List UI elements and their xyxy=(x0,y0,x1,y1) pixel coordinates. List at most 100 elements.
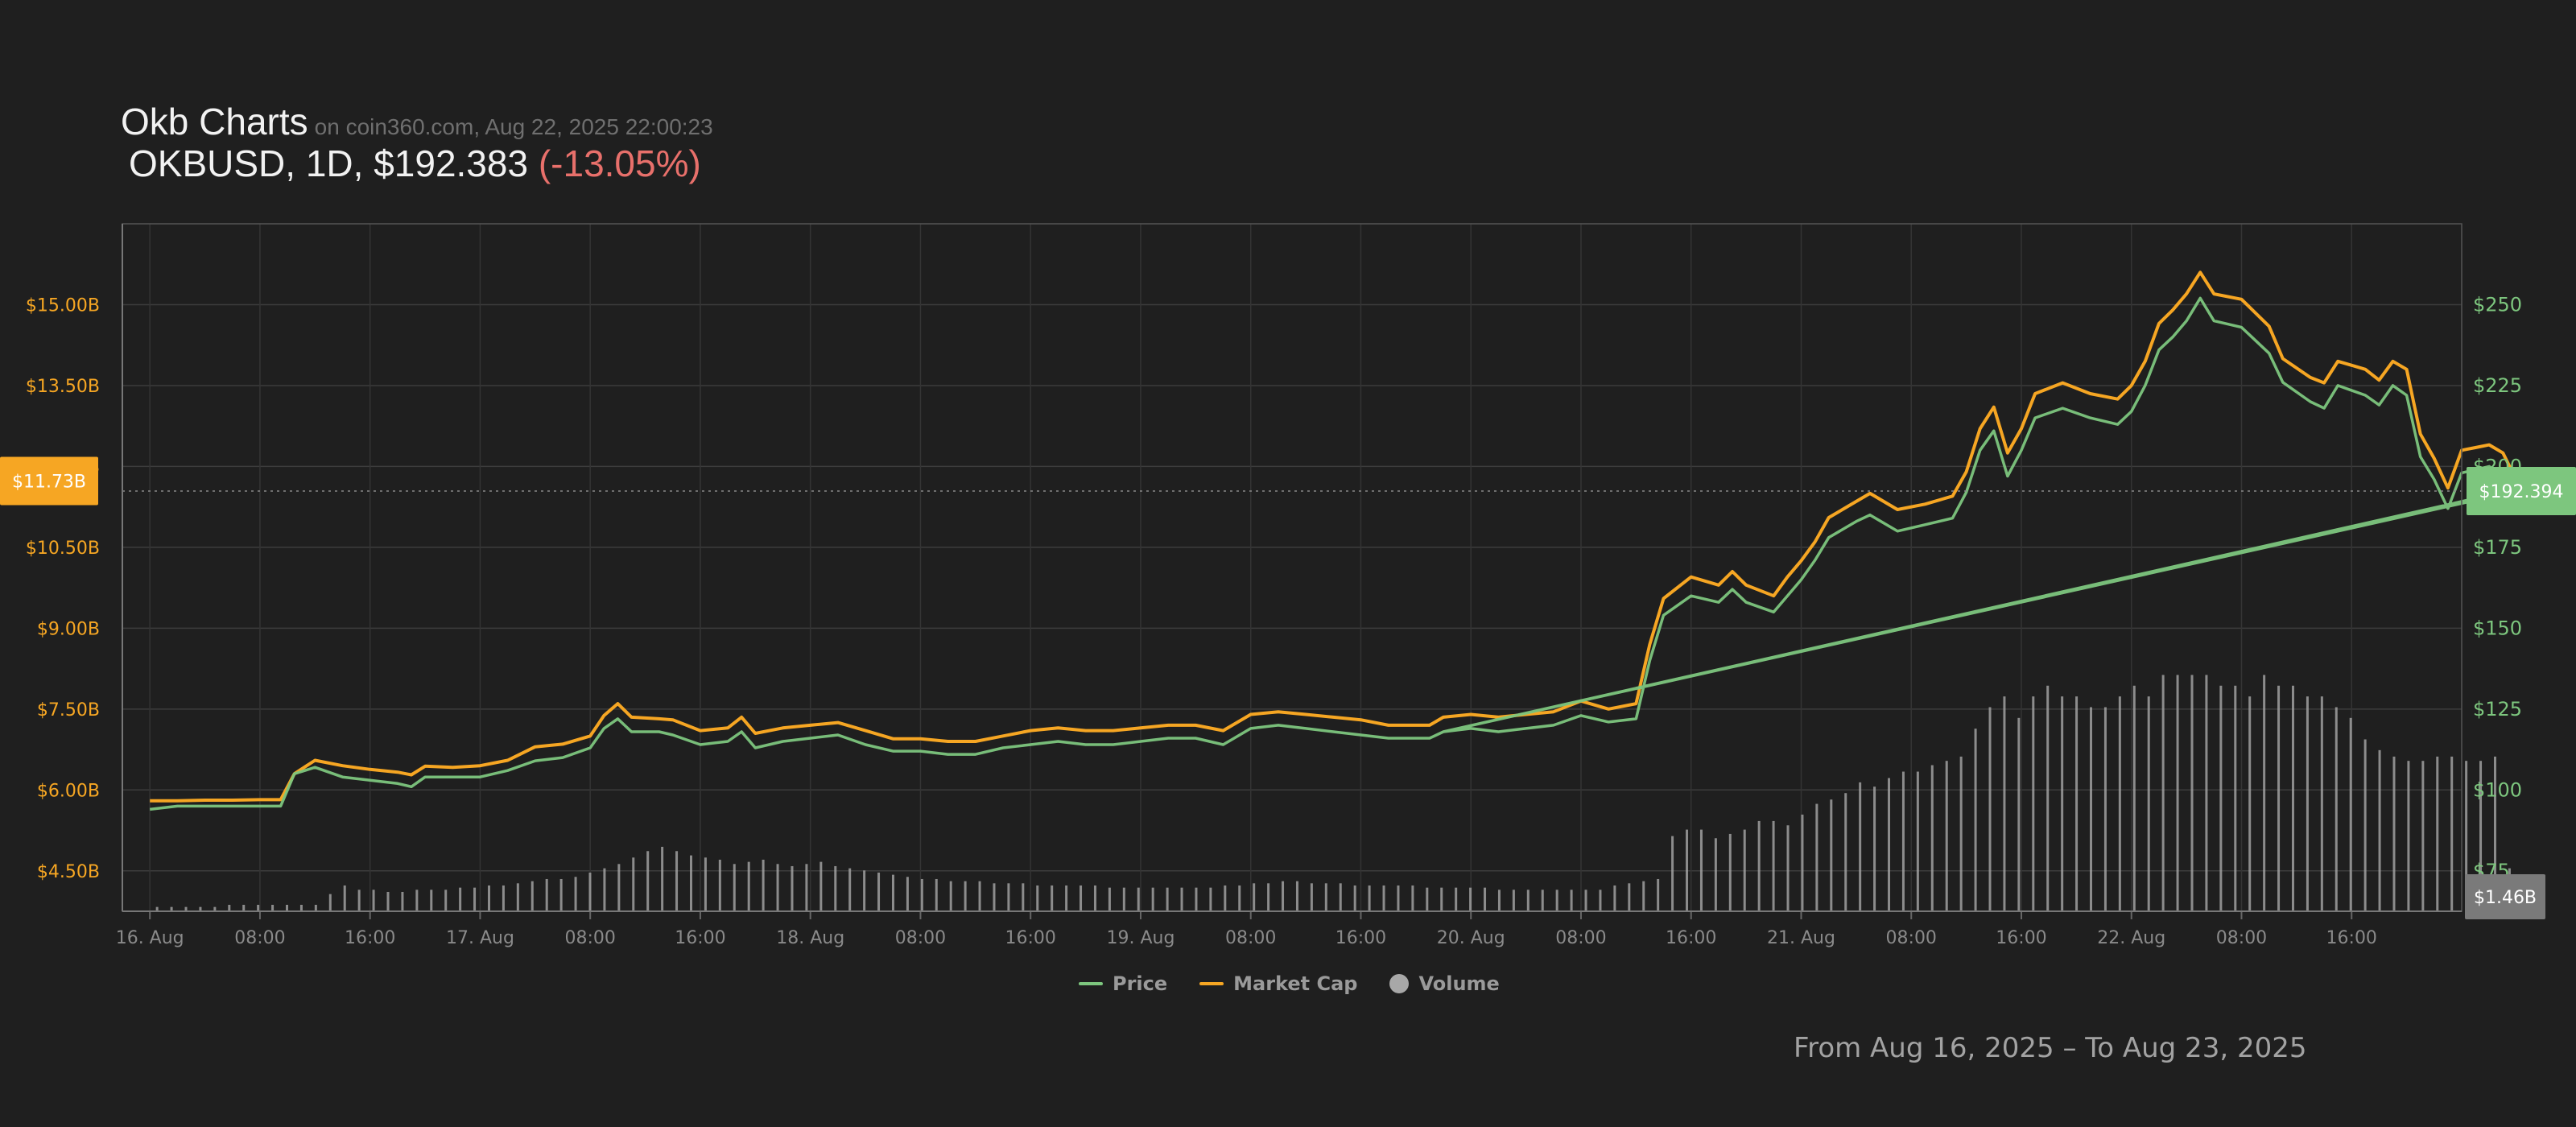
current-volume-label: $1.46B xyxy=(2474,888,2537,908)
x-tick-label: 16:00 xyxy=(2326,928,2377,948)
volume-bar xyxy=(1512,890,1515,911)
volume-bar xyxy=(1945,761,1948,911)
chart-grid xyxy=(122,224,2462,911)
volume-bar xyxy=(2205,675,2208,911)
volume-bar xyxy=(1728,833,1732,911)
x-tick-label: 16:00 xyxy=(345,928,395,948)
volume-bar xyxy=(1873,786,1876,911)
volume-bar xyxy=(1974,729,1977,911)
legend-item-market-cap[interactable]: Market Cap xyxy=(1199,972,1357,995)
volume-bar xyxy=(877,872,881,911)
volume-bar xyxy=(2334,707,2338,911)
volume-bar xyxy=(1657,878,1660,911)
volume-bar xyxy=(1628,883,1631,911)
left-tick-label: $13.50B xyxy=(26,377,100,397)
volume-bar xyxy=(1570,890,1573,911)
volume-bar xyxy=(1007,883,1010,911)
x-tick-label: 08:00 xyxy=(1886,928,1937,948)
x-tick-label: 18. Aug xyxy=(776,928,844,948)
volume-bar xyxy=(1295,881,1298,911)
x-tick-label: 20. Aug xyxy=(1437,928,1505,948)
volume-bar xyxy=(516,883,519,911)
left-tick-label: $15.00B xyxy=(26,295,100,316)
volume-bar xyxy=(1224,885,1227,911)
volume-bar xyxy=(704,857,707,911)
current-price-label: $192.394 xyxy=(2479,482,2564,502)
chart-legend: Price Market Cap Volume xyxy=(1079,972,1500,995)
x-tick-label: 08:00 xyxy=(564,928,615,948)
left-tick-label: $6.00B xyxy=(37,781,100,801)
volume-bar xyxy=(2118,696,2121,911)
volume-bar xyxy=(1397,885,1400,911)
x-tick-label: 08:00 xyxy=(895,928,946,948)
volume-bar xyxy=(1339,883,1342,911)
volume-bar xyxy=(1686,829,1689,911)
x-tick-label: 08:00 xyxy=(1225,928,1276,948)
volume-bar xyxy=(545,878,548,911)
plot-frame xyxy=(122,223,2462,912)
x-tick-label: 22. Aug xyxy=(2097,928,2165,948)
volume-bar xyxy=(228,904,231,911)
volume-bar xyxy=(1036,885,1039,911)
volume-bar xyxy=(1484,887,1487,911)
volume-bar xyxy=(848,868,852,911)
volume-bar xyxy=(2421,761,2425,911)
volume-bar xyxy=(1151,887,1154,911)
volume-bar xyxy=(444,890,448,911)
right-tick-label: $175 xyxy=(2473,536,2522,559)
volume-bar xyxy=(430,890,433,911)
x-tick-label: 16:00 xyxy=(675,928,725,948)
volume-bar xyxy=(1108,887,1111,911)
volume-bar xyxy=(617,864,621,911)
pair-price: OKBUSD, 1D, $192.383 xyxy=(129,142,529,184)
volume-bar xyxy=(964,881,967,911)
volume-bar xyxy=(2436,756,2439,911)
legend-label-volume: Volume xyxy=(1418,972,1500,995)
volume-bar xyxy=(920,878,923,911)
volume-bar xyxy=(2219,685,2223,911)
x-tick-label: 16:00 xyxy=(1666,928,1716,948)
volume-bar xyxy=(242,904,246,911)
volume-bar xyxy=(2147,696,2150,911)
volume-bar xyxy=(2032,696,2035,911)
volume-bar xyxy=(993,883,996,911)
current-marketcap-label: $11.73B xyxy=(12,472,86,492)
volume-bar xyxy=(1195,887,1198,911)
volume-bar xyxy=(1137,887,1140,911)
volume-bar xyxy=(1469,887,1472,911)
left-tick-label: $4.50B xyxy=(37,862,100,882)
market-cap-line xyxy=(150,270,2519,803)
volume-bar xyxy=(603,868,606,911)
volume-bar xyxy=(2161,675,2165,911)
volume-bar xyxy=(1772,820,1775,911)
chart-lines xyxy=(122,270,2519,811)
volume-bar xyxy=(2017,717,2021,911)
legend-item-volume[interactable]: Volume xyxy=(1389,972,1500,995)
volume-bar xyxy=(2061,696,2064,911)
volume-bar xyxy=(1786,825,1790,911)
legend-item-price[interactable]: Price xyxy=(1079,972,1167,995)
legend-label-market-cap: Market Cap xyxy=(1233,972,1358,995)
volume-bar xyxy=(1671,836,1674,911)
volume-bar xyxy=(559,878,563,911)
volume-bar xyxy=(1353,885,1356,911)
volume-bar xyxy=(1411,885,1414,911)
volume-bar xyxy=(2176,675,2179,911)
right-tick-label: $150 xyxy=(2473,617,2522,639)
left-tick-label: $7.50B xyxy=(37,700,100,720)
volume-bar xyxy=(1065,885,1068,911)
volume-bar xyxy=(1815,803,1818,911)
volume-bar xyxy=(1526,890,1530,911)
volume-bar xyxy=(1743,829,1746,911)
volume-bar xyxy=(1859,782,1862,911)
volume-bar xyxy=(863,870,866,911)
volume-bar xyxy=(1180,887,1183,911)
volume-bar xyxy=(2190,675,2194,911)
volume-bar xyxy=(1988,707,1992,911)
volume-bar xyxy=(2103,707,2107,911)
volume-bar xyxy=(1801,814,1804,911)
volume-bar xyxy=(675,851,679,911)
right-tick-label: $250 xyxy=(2473,293,2522,316)
volume-bar xyxy=(1959,756,1963,911)
volume-bar xyxy=(1238,885,1241,911)
